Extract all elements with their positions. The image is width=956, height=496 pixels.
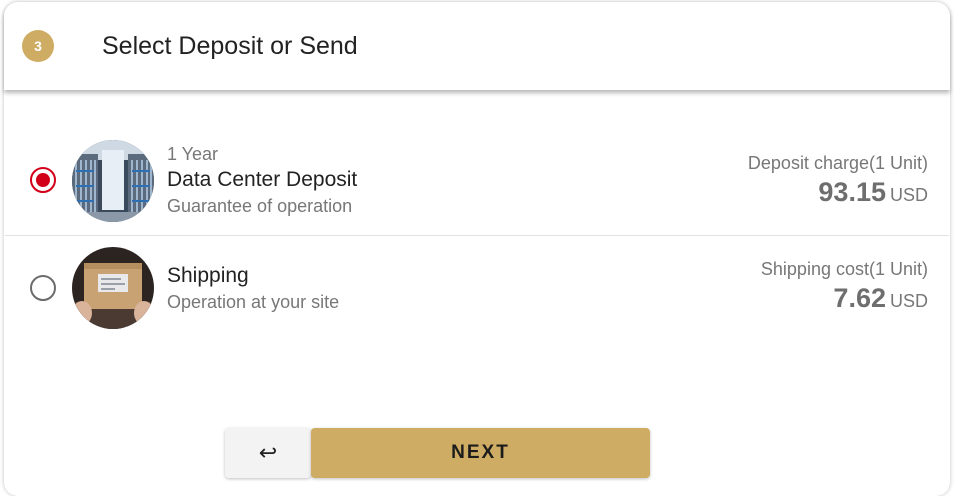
option-data-center-deposit[interactable]: 1 Year Data Center Deposit Guarantee of … [5, 122, 949, 236]
price-label: Deposit charge(1 Unit) [747, 153, 928, 173]
price-row: 93.15 USD [748, 177, 928, 208]
server-racks-image [72, 140, 154, 222]
package-box-image [72, 247, 154, 329]
price-block: Deposit charge(1 Unit) 93.15 USD [748, 151, 928, 208]
price-amount: 7.62 [833, 283, 886, 313]
option-text: Shipping Operation at your site [167, 262, 339, 314]
option-title: Shipping [167, 264, 249, 287]
price-block: Shipping cost(1 Unit) 7.62 USD [761, 257, 928, 314]
radio-shipping[interactable] [30, 275, 56, 301]
option-duration: 1 Year [167, 144, 219, 164]
radio-selected-dot [36, 173, 50, 187]
price-currency: USD [889, 185, 928, 205]
price-currency: USD [889, 291, 928, 311]
option-title: Data Center Deposit [167, 168, 358, 191]
step-header: 3 Select Deposit or Send [4, 2, 950, 90]
option-subtitle: Operation at your site [167, 292, 340, 312]
option-subtitle: Guarantee of operation [167, 196, 353, 216]
option-text: 1 Year Data Center Deposit Guarantee of … [167, 142, 357, 218]
step-number-badge: 3 [22, 30, 54, 62]
return-arrow-icon: ↩ [258, 440, 278, 465]
price-row: 7.62 USD [761, 283, 928, 314]
next-button[interactable]: NEXT [311, 428, 650, 478]
back-button[interactable]: ↩ [225, 428, 311, 478]
option-shipping[interactable]: Shipping Operation at your site Shipping… [5, 237, 949, 341]
price-amount: 93.15 [818, 177, 886, 207]
price-label: Shipping cost(1 Unit) [760, 259, 928, 279]
radio-data-center-deposit[interactable] [30, 167, 56, 193]
step-title: Select Deposit or Send [102, 32, 358, 60]
